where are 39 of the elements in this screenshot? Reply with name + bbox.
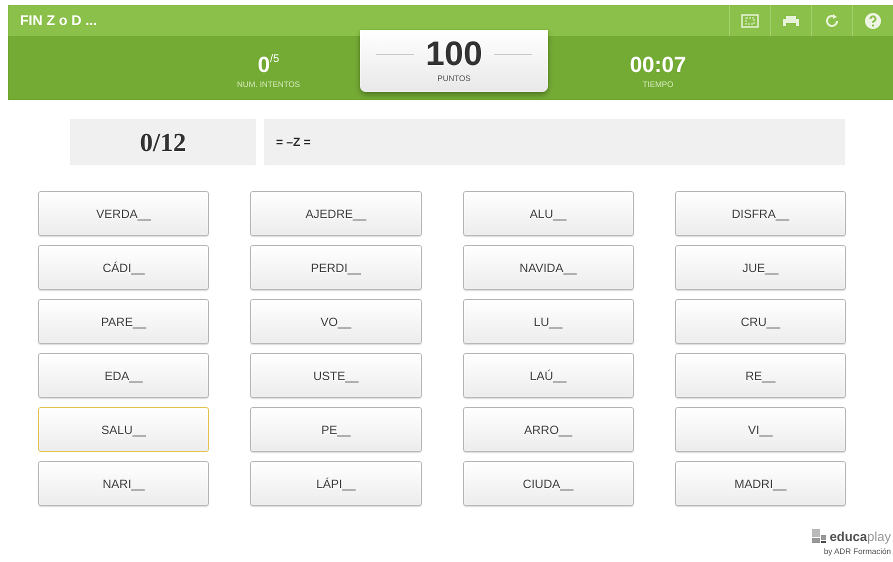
word-button[interactable]: PERDI__ xyxy=(250,245,422,290)
word-button[interactable]: LAÚ__ xyxy=(462,353,634,398)
word-button[interactable]: CÁDI__ xyxy=(38,245,210,290)
help-icon xyxy=(865,12,881,28)
brand-logo: educaplay xyxy=(830,528,891,546)
word-button[interactable]: AJEDRE__ xyxy=(250,191,422,236)
word-button[interactable]: VO__ xyxy=(250,299,422,344)
word-button[interactable]: NARI__ xyxy=(38,461,210,506)
word-button[interactable]: JUE__ xyxy=(674,245,846,290)
word-button[interactable]: VERDA__ xyxy=(38,191,210,236)
word-button[interactable]: PE__ xyxy=(250,407,422,452)
game-title: FIN Z o D ... xyxy=(20,11,97,30)
word-button[interactable]: RE__ xyxy=(674,353,846,398)
logo-icon xyxy=(812,529,826,544)
word-button[interactable]: EDA__ xyxy=(38,353,210,398)
refresh-icon xyxy=(824,12,840,28)
timer-value: 00:07 xyxy=(630,54,686,76)
word-button[interactable]: LÁPI__ xyxy=(250,461,422,506)
word-button[interactable]: SALU__ xyxy=(38,407,210,452)
timer-label: TIEMPO xyxy=(642,78,674,90)
points-label: PUNTOS xyxy=(437,73,471,85)
word-button[interactable]: PARE__ xyxy=(38,299,210,344)
word-button[interactable]: LU__ xyxy=(462,299,634,344)
word-button[interactable]: NAVIDA__ xyxy=(462,245,634,290)
word-button[interactable]: ARRO__ xyxy=(462,407,634,452)
word-button[interactable]: CIUDA__ xyxy=(462,461,634,506)
brand-byline: by ADR Formación xyxy=(824,546,891,558)
word-button[interactable]: ALU__ xyxy=(462,191,634,236)
attempts-label: NUM. INTENTOS xyxy=(237,78,300,90)
word-button[interactable]: CRU__ xyxy=(674,299,846,344)
printer-icon xyxy=(782,14,800,28)
answer-text: = –Z = xyxy=(276,134,311,151)
points-value: 100 xyxy=(426,37,482,71)
word-button[interactable]: USTE__ xyxy=(250,353,422,398)
word-button[interactable]: VI__ xyxy=(674,407,846,452)
fullscreen-icon xyxy=(741,14,759,28)
word-button[interactable]: MADRI__ xyxy=(674,461,846,506)
word-button[interactable]: DISFRA__ xyxy=(674,191,846,236)
score-text: 0/12 xyxy=(140,126,186,158)
